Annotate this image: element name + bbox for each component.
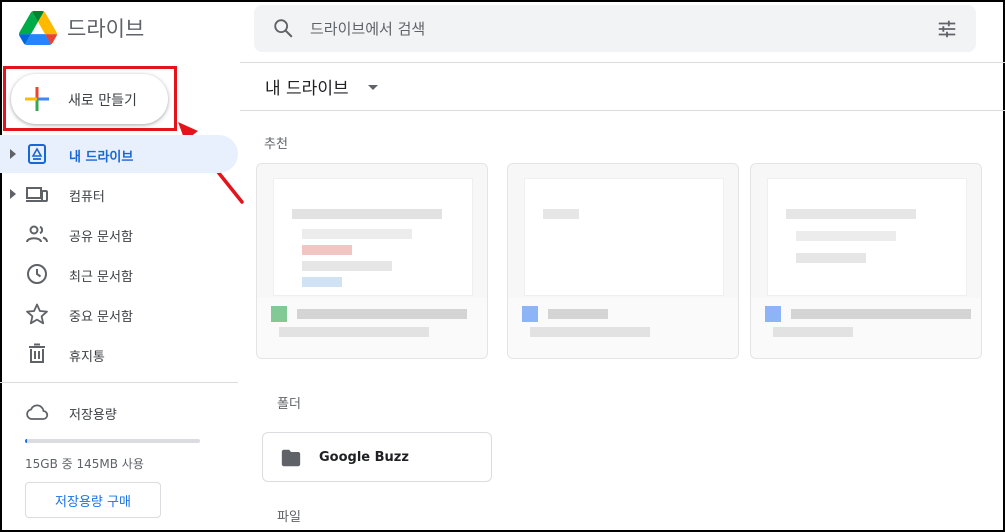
search-options-icon[interactable] xyxy=(936,18,958,40)
file-preview-thumbnail xyxy=(273,178,473,296)
files-section-title: 파일 xyxy=(277,510,301,525)
breadcrumb-my-drive[interactable]: 내 드라이브 xyxy=(265,74,349,99)
storage-quota-fill xyxy=(25,439,27,443)
my-drive-icon xyxy=(28,144,46,164)
star-icon xyxy=(26,303,48,325)
sidebar-item-shared[interactable]: 공유 문서함 xyxy=(0,215,238,253)
new-button-label: 새로 만들기 xyxy=(68,93,137,109)
docs-file-icon xyxy=(522,306,538,322)
sidebar-item-label: 공유 문서함 xyxy=(69,230,133,245)
sidebar-item-trash[interactable]: 휴지통 xyxy=(0,335,238,373)
file-info-bar xyxy=(751,298,981,358)
computers-icon xyxy=(26,187,48,202)
folders-section-title: 폴더 xyxy=(277,397,301,412)
search-input[interactable] xyxy=(310,15,910,42)
docs-file-icon xyxy=(765,306,781,322)
expand-caret-icon[interactable] xyxy=(10,149,16,159)
header-divider xyxy=(240,62,1005,63)
app-title: 드라이브 xyxy=(67,17,145,41)
sidebar-item-label: 중요 문서함 xyxy=(69,310,133,325)
sheets-file-icon xyxy=(271,306,287,322)
breadcrumb-dropdown-icon[interactable] xyxy=(368,85,378,90)
folder-icon xyxy=(281,449,301,467)
storage-quota-bar xyxy=(25,439,200,443)
search-bar[interactable] xyxy=(254,5,976,52)
drive-logo[interactable] xyxy=(19,11,57,45)
sidebar-divider xyxy=(0,382,238,383)
storage-label[interactable]: 저장용량 xyxy=(69,404,117,423)
sidebar-item-label: 최근 문서함 xyxy=(69,270,133,285)
folder-name: Google Buzz xyxy=(319,450,409,465)
file-info-bar xyxy=(257,298,487,358)
sidebar-item-my-drive[interactable]: 내 드라이브 xyxy=(0,135,238,173)
sidebar-item-computers[interactable]: 컴퓨터 xyxy=(0,175,238,213)
expand-caret-icon[interactable] xyxy=(10,189,16,199)
recommended-section-title: 추천 xyxy=(264,137,288,152)
file-preview-thumbnail xyxy=(524,178,724,296)
suggested-file-card[interactable] xyxy=(750,163,982,359)
shared-people-icon xyxy=(26,225,48,243)
plus-icon xyxy=(25,87,49,111)
storage-usage-text: 15GB 중 145MB 사용 xyxy=(25,457,144,471)
main-divider xyxy=(240,110,1005,111)
file-info-bar xyxy=(508,298,738,358)
folder-item[interactable]: Google Buzz xyxy=(262,432,492,482)
sidebar-item-label: 휴지통 xyxy=(69,350,105,365)
suggested-file-card[interactable] xyxy=(256,163,488,359)
sidebar-item-starred[interactable]: 중요 문서함 xyxy=(0,295,238,333)
trash-icon xyxy=(29,343,45,363)
sidebar-item-recent[interactable]: 최근 문서함 xyxy=(0,255,238,293)
suggested-file-card[interactable] xyxy=(507,163,739,359)
file-preview-thumbnail xyxy=(767,178,967,296)
buy-storage-button[interactable]: 저장용량 구매 xyxy=(25,482,161,518)
cloud-icon xyxy=(26,404,49,420)
new-button[interactable]: 새로 만들기 xyxy=(11,74,168,124)
sidebar-item-label: 컴퓨터 xyxy=(69,190,105,205)
sidebar-item-label: 내 드라이브 xyxy=(69,150,134,165)
clock-icon xyxy=(27,264,47,284)
search-icon[interactable] xyxy=(272,17,294,39)
